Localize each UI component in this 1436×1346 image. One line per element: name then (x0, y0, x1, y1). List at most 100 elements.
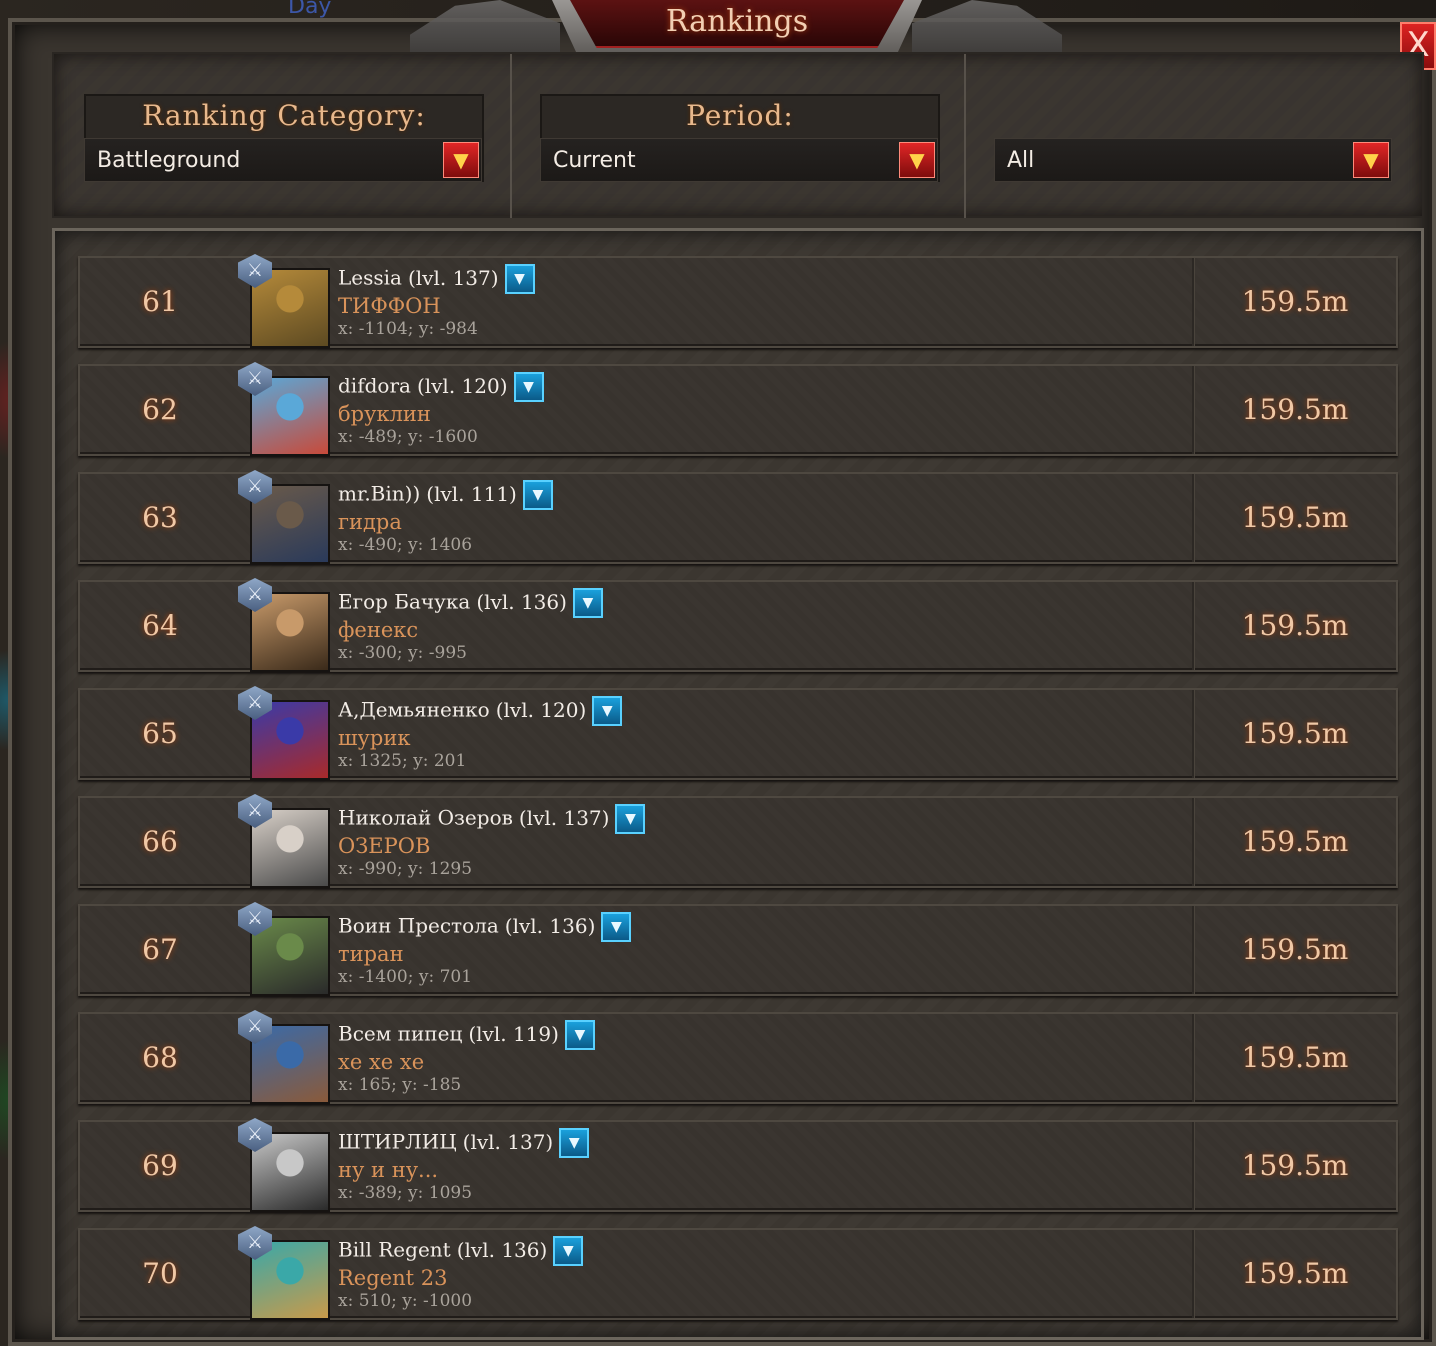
player-details-dropdown-icon[interactable]: ▼ (601, 912, 632, 942)
player-avatar-wrap[interactable]: ⚔ (238, 794, 332, 888)
rank-number: 69 (142, 1149, 178, 1182)
ranking-score: 159.5m (1241, 933, 1349, 966)
rank-number: 63 (142, 501, 178, 534)
player-coordinates[interactable]: x: -490; y: 1406 (338, 535, 472, 555)
player-avatar-wrap[interactable]: ⚔ (238, 1118, 332, 1212)
ranking-category-select[interactable]: Battleground ▼ (84, 138, 482, 182)
rank-number: 61 (142, 285, 178, 318)
rank-number: 66 (142, 825, 178, 858)
rank-number: 62 (142, 393, 178, 426)
ranking-score: 159.5m (1241, 1149, 1349, 1182)
filter-divider (510, 54, 512, 218)
ranking-score: 159.5m (1241, 1041, 1349, 1074)
player-details-dropdown-icon[interactable]: ▼ (522, 480, 553, 510)
dropdown-arrow-icon[interactable]: ▼ (1353, 142, 1389, 178)
ranking-category-value: Battleground (97, 148, 241, 173)
player-details-dropdown-icon[interactable]: ▼ (513, 372, 544, 402)
ranking-row[interactable]: 67 ⚔ Воин Престола (lvl. 136) ▼ тиран x: -… (78, 902, 1398, 996)
dropdown-arrow-icon[interactable]: ▼ (443, 142, 479, 178)
ranking-score: 159.5m (1241, 609, 1349, 642)
filter-divider (964, 54, 966, 218)
player-details-dropdown-icon[interactable]: ▼ (504, 264, 535, 294)
player-name-line: Bill Regent (lvl. 136) ▼ (338, 1236, 584, 1266)
player-coordinates[interactable]: x: -300; y: -995 (338, 643, 467, 663)
day-night-label: Day (288, 0, 332, 19)
rank-number: 68 (142, 1041, 178, 1074)
player-name[interactable]: ШТИРЛИЦ (338, 1130, 457, 1154)
player-avatar-wrap[interactable]: ⚔ (238, 362, 332, 456)
player-details-dropdown-icon[interactable]: ▼ (564, 1020, 595, 1050)
player-avatar-wrap[interactable]: ⚔ (238, 254, 332, 348)
scope-value: All (1007, 148, 1035, 173)
alliance-name: тиран (338, 942, 404, 966)
player-level: (lvl. 111) (426, 481, 517, 506)
player-avatar-wrap[interactable]: ⚔ (238, 470, 332, 564)
player-coordinates[interactable]: x: -1104; y: -984 (338, 319, 478, 339)
ranking-row[interactable]: 70 ⚔ Bill Regent (lvl. 136) ▼ Regent 23 x:… (78, 1226, 1398, 1320)
ranking-row[interactable]: 65 ⚔ А,Демьяненко (lvl. 120) ▼ шурик x: 13… (78, 686, 1398, 780)
player-name-line: Воин Престола (lvl. 136) ▼ (338, 912, 632, 942)
ranking-row[interactable]: 63 ⚔ mr.Bin)) (lvl. 111) ▼ гидра x: -490; … (78, 470, 1398, 564)
player-level: (lvl. 120) (495, 697, 587, 722)
player-name-line: А,Демьяненко (lvl. 120) ▼ (338, 696, 623, 726)
player-name[interactable]: Bill Regent (338, 1238, 451, 1262)
player-level: (lvl. 136) (456, 1237, 548, 1262)
player-avatar-wrap[interactable]: ⚔ (238, 1010, 332, 1104)
player-name[interactable]: Воин Престола (338, 914, 499, 938)
player-name[interactable]: Всем пипец (338, 1022, 462, 1046)
player-coordinates[interactable]: x: -389; y: 1095 (338, 1183, 472, 1203)
alliance-name: ТИФФОН (338, 294, 441, 318)
alliance-name: шурик (338, 726, 411, 750)
player-avatar-wrap[interactable]: ⚔ (238, 1226, 332, 1320)
period-value: Current (553, 148, 636, 173)
player-details-dropdown-icon[interactable]: ▼ (559, 1128, 590, 1158)
player-name[interactable]: mr.Bin)) (338, 482, 420, 506)
ranking-row[interactable]: 69 ⚔ ШТИРЛИЦ (lvl. 137) ▼ ну и ну... x: -3… (78, 1118, 1398, 1212)
ranking-row[interactable]: 64 ⚔ Егор Бачука (lvl. 136) ▼ фенекс x: -3… (78, 578, 1398, 672)
player-coordinates[interactable]: x: -489; y: -1600 (338, 427, 478, 447)
player-name-line: difdora (lvl. 120) ▼ (338, 372, 544, 402)
rank-number: 70 (142, 1257, 178, 1290)
ranking-score: 159.5m (1241, 825, 1349, 858)
scope-select[interactable]: All ▼ (994, 138, 1392, 182)
ranking-score: 159.5m (1241, 501, 1349, 534)
player-name[interactable]: А,Демьяненко (338, 698, 490, 722)
alliance-name: гидра (338, 510, 402, 534)
player-avatar-wrap[interactable]: ⚔ (238, 686, 332, 780)
player-details-dropdown-icon[interactable]: ▼ (572, 588, 603, 618)
player-name[interactable]: Lessia (338, 266, 402, 290)
alliance-name: бруклин (338, 402, 431, 426)
player-level: (lvl. 137) (407, 265, 499, 290)
ranking-row[interactable]: 68 ⚔ Всем пипец (lvl. 119) ▼ хе хе хе x: 1… (78, 1010, 1398, 1104)
player-coordinates[interactable]: x: 510; y: -1000 (338, 1291, 472, 1311)
player-name-line: Всем пипец (lvl. 119) ▼ (338, 1020, 595, 1050)
rank-number: 65 (142, 717, 178, 750)
dropdown-arrow-icon[interactable]: ▼ (899, 142, 935, 178)
alliance-name: фенекс (338, 618, 419, 642)
player-details-dropdown-icon[interactable]: ▼ (592, 696, 623, 726)
player-name[interactable]: Николай Озеров (338, 806, 513, 830)
alliance-name: хе хе хе (338, 1050, 425, 1074)
ranking-row[interactable]: 62 ⚔ difdora (lvl. 120) ▼ бруклин x: -489;… (78, 362, 1398, 456)
player-name[interactable]: difdora (338, 374, 411, 398)
player-level: (lvl. 136) (504, 913, 596, 938)
window-title: Rankings (665, 4, 809, 39)
ranking-row[interactable]: 61 ⚔ Lessia (lvl. 137) ▼ ТИФФОН x: -1104; … (78, 254, 1398, 348)
player-coordinates[interactable]: x: 1325; y: 201 (338, 751, 466, 771)
ranking-score: 159.5m (1241, 717, 1349, 750)
player-level: (lvl. 137) (518, 805, 610, 830)
ranking-row[interactable]: 66 ⚔ Николай Озеров (lvl. 137) ▼ ОЗЕРОВ x:… (78, 794, 1398, 888)
player-coordinates[interactable]: x: -990; y: 1295 (338, 859, 472, 879)
player-avatar-wrap[interactable]: ⚔ (238, 902, 332, 996)
player-avatar-wrap[interactable]: ⚔ (238, 578, 332, 672)
player-coordinates[interactable]: x: 165; y: -185 (338, 1075, 461, 1095)
player-details-dropdown-icon[interactable]: ▼ (553, 1236, 584, 1266)
rank-number: 64 (142, 609, 178, 642)
player-details-dropdown-icon[interactable]: ▼ (615, 804, 646, 834)
ranking-score: 159.5m (1241, 393, 1349, 426)
player-level: (lvl. 119) (468, 1021, 559, 1046)
player-name[interactable]: Егор Бачука (338, 590, 470, 614)
period-select[interactable]: Current ▼ (540, 138, 938, 182)
alliance-name: Regent 23 (338, 1266, 448, 1290)
player-coordinates[interactable]: x: -1400; y: 701 (338, 967, 472, 987)
